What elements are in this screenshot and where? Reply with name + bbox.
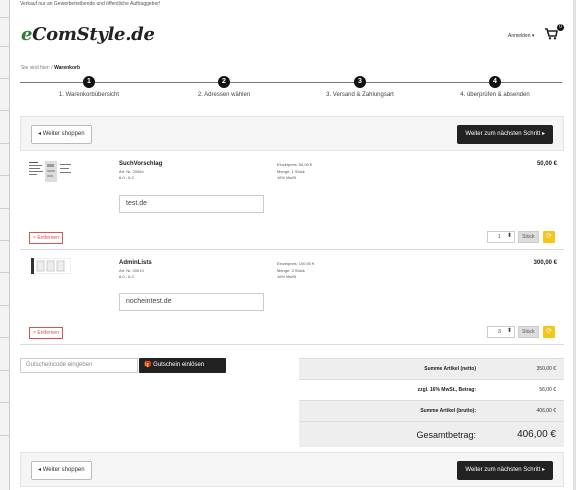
- product-2-total: 300,00 €: [533, 260, 557, 266]
- product-1-refresh-icon[interactable]: ⟳: [543, 231, 555, 243]
- product-1-tax: 16% MwSt: [277, 175, 297, 180]
- summary-gross-value: 406,00 €: [536, 408, 556, 414]
- product-1-unit: Stück: [518, 231, 539, 243]
- cart-icon[interactable]: [544, 26, 558, 40]
- caret-left-icon: ◂: [38, 467, 42, 473]
- logo[interactable]: eComStyle.de: [21, 24, 155, 45]
- continue-shopping-button[interactable]: ◂ Weiter shoppen: [31, 461, 92, 480]
- summary-tax-value: 56,00 €: [539, 387, 556, 393]
- close-icon: ×: [33, 330, 36, 336]
- next-step-button[interactable]: Weiter zum nächsten Schritt ▸: [457, 461, 553, 480]
- product-1-quantity-stepper[interactable]: 1 ⬍: [487, 231, 515, 243]
- product-2-refresh-icon[interactable]: ⟳: [543, 326, 555, 338]
- product-image: [31, 258, 71, 274]
- next-step-label: Weiter zum nächsten Schritt: [465, 467, 541, 473]
- cart-count-badge: 0: [557, 24, 564, 31]
- product-2-unit-price: Einzelpreis: 100,00 €: [277, 261, 315, 266]
- login-dropdown[interactable]: Anmelden ▾: [508, 33, 534, 39]
- summary-total-value: 406,00 €: [517, 429, 556, 440]
- logo-text: ComStyle.de: [32, 24, 155, 45]
- product-separator: [20, 344, 564, 345]
- redeem-coupon-button[interactable]: 🎁 Gutschein einlösen: [139, 358, 226, 373]
- progress-line: [20, 82, 562, 83]
- stepper-arrows-icon[interactable]: ⬍: [507, 327, 512, 334]
- caret-right-icon: ▸: [541, 131, 545, 137]
- breadcrumb: Sie sind hier: / Warenkorb: [21, 65, 81, 71]
- product-1-remove-button[interactable]: × Entfernen: [29, 232, 63, 244]
- gift-icon: 🎁: [144, 362, 152, 368]
- continue-shopping-button[interactable]: ◂ Weiter shoppen: [31, 125, 92, 144]
- product-2-qty: 3: [498, 329, 501, 335]
- page: Verkauf nur an Gewerbetreibende und öffe…: [0, 0, 576, 490]
- summary-total-row: Gesamtbetrag: 406,00 €: [299, 421, 564, 447]
- coupon-input[interactable]: Gutscheincode eingeben: [20, 358, 138, 373]
- product-2-name[interactable]: AdminLists: [119, 260, 152, 266]
- product-2-quantity-stepper[interactable]: 3 ⬍: [487, 326, 515, 338]
- summary-total-label: Gesamtbetrag:: [416, 430, 476, 440]
- continue-shopping-label: Weiter shoppen: [42, 467, 85, 473]
- product-2-version: 6.0 - 6.2: [119, 274, 134, 279]
- top-notice: Verkauf nur an Gewerbetreibende und öffe…: [20, 1, 161, 7]
- remove-label: Entfernen: [37, 330, 59, 336]
- next-step-button[interactable]: Weiter zum nächsten Schritt ▸: [457, 125, 553, 144]
- stepper-arrows-icon[interactable]: ⬍: [507, 232, 512, 239]
- summary-net-value: 350,00 €: [536, 366, 556, 372]
- product-1-total: 50,00 €: [536, 161, 557, 167]
- summary-gross-row: Summe Artikel (brutto): 406,00 €: [299, 400, 564, 421]
- product-2-remove-button[interactable]: × Entfernen: [29, 327, 63, 339]
- caret-right-icon: ▸: [541, 467, 545, 473]
- product-separator: [20, 249, 564, 250]
- bottom-nav-panel: ◂ Weiter shoppen Weiter zum nächsten Sch…: [20, 452, 564, 487]
- chevron-down-icon: ▾: [531, 33, 535, 39]
- next-step-label: Weiter zum nächsten Schritt: [465, 131, 541, 137]
- product-1-info: Einzelpreis: 50,00 € Menge: 1 Stück 16% …: [277, 162, 312, 182]
- redeem-coupon-label: Gutschein einlösen: [153, 362, 205, 368]
- product-image: [27, 160, 73, 183]
- step-3-dot: 3: [354, 76, 366, 88]
- left-sidebar-strip: [0, 0, 10, 490]
- step-1-label: 1. Warenkorbübersicht: [58, 92, 120, 98]
- summary-gross-label: Summe Artikel (brutto):: [420, 408, 476, 414]
- caret-left-icon: ◂: [38, 131, 42, 137]
- continue-shopping-label: Weiter shoppen: [42, 131, 85, 137]
- product-1-qty: 1: [498, 234, 501, 240]
- product-2-meta: Art. Nr. 20013 6.0 - 6.2: [119, 268, 144, 280]
- product-2-info: Einzelpreis: 100,00 € Menge: 3 Stück 16%…: [277, 261, 314, 281]
- product-2-domain-input[interactable]: nocheintest.de: [119, 293, 264, 311]
- breadcrumb-prefix: Sie sind hier:: [21, 65, 50, 71]
- summary-net-label: Summe Artikel (netto): [424, 366, 476, 372]
- product-1-unit-price: Einzelpreis: 50,00 €: [277, 162, 313, 167]
- product-1-name[interactable]: SuchVorschlag: [119, 161, 162, 167]
- step-2-label: 2. Adressen wählen: [197, 92, 251, 98]
- product-1-meta: Art. Nr. 20064 6.0 - 6.2: [119, 169, 144, 181]
- top-nav-panel: ◂ Weiter shoppen Weiter zum nächsten Sch…: [20, 116, 564, 151]
- order-summary: Summe Artikel (netto) 350,00 € zzgl. 16% …: [299, 358, 564, 447]
- breadcrumb-current: Warenkorb: [54, 65, 81, 71]
- product-2-tax: 16% MwSt: [277, 274, 297, 279]
- logo-e: e: [21, 24, 33, 45]
- product-1-version: 6.0 - 6.2: [119, 175, 134, 180]
- step-2-dot: 2: [218, 76, 230, 88]
- step-4-dot: 4: [489, 76, 501, 88]
- close-icon: ×: [33, 235, 36, 241]
- step-4-label: 4. überprüfen & absenden: [460, 92, 530, 98]
- summary-tax-row: zzgl. 16% MwSt., Betrag: 56,00 €: [299, 379, 564, 400]
- step-3-label: 3. Versand & Zahlungsart: [326, 92, 394, 98]
- product-1-domain-input[interactable]: test.de: [119, 195, 264, 213]
- summary-net-row: Summe Artikel (netto) 350,00 €: [299, 358, 564, 379]
- product-2-unit: Stück: [518, 326, 539, 338]
- remove-label: Entfernen: [37, 235, 59, 241]
- step-1-dot: 1: [83, 76, 95, 88]
- summary-tax-label: zzgl. 16% MwSt., Betrag:: [417, 387, 476, 393]
- login-label: Anmelden: [508, 33, 531, 39]
